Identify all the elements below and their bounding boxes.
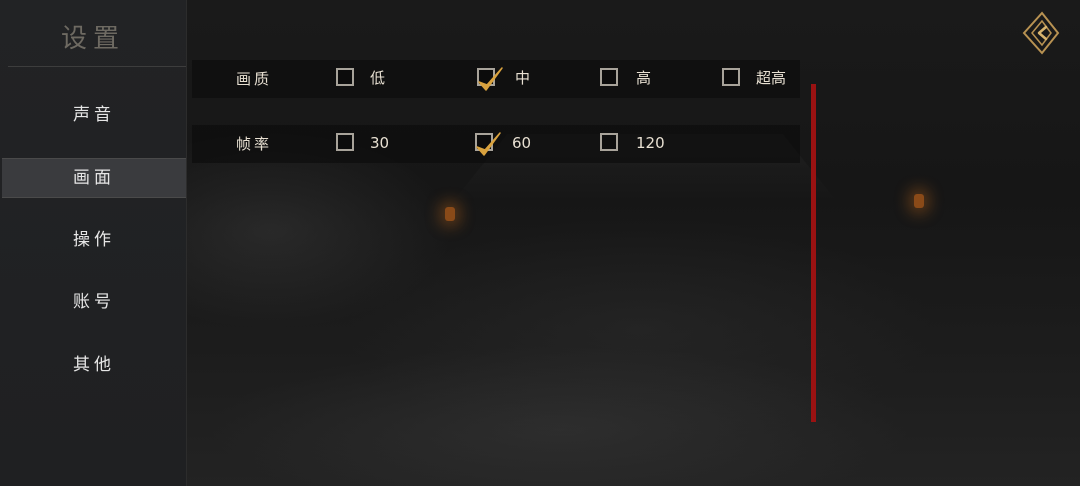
scrollbar[interactable] [811,84,816,422]
nav-item-other[interactable]: 其他 [2,346,186,384]
option-label: 30 [370,134,390,152]
nav-item-controls[interactable]: 操作 [2,221,186,259]
checkmark-icon [478,67,503,91]
checkmark-icon [476,132,501,156]
sidebar-divider [8,66,186,67]
nav-item-account[interactable]: 账号 [2,283,186,321]
checkbox[interactable] [600,68,618,86]
checkbox[interactable] [475,132,501,156]
lantern-light-left [445,207,455,221]
quality-label: 画质 [236,70,273,88]
quality-setting-row: 画质 低 中 高 超高 [192,60,800,98]
option-label: 中 [515,69,531,87]
option-label: 60 [512,134,532,152]
checkbox[interactable] [477,67,503,91]
option-label: 120 [636,134,665,152]
nav-item-sound[interactable]: 声音 [2,96,186,134]
lantern-light-right [914,194,924,208]
framerate-label: 帧率 [236,135,273,153]
framerate-setting-row: 帧率 30 60 120 [192,125,800,163]
settings-title: 设置 [60,24,125,54]
checkbox[interactable] [722,68,740,86]
settings-sidebar: 设置 声音 画面 操作 账号 其他 [0,0,187,486]
back-button[interactable] [1018,10,1064,56]
checkbox[interactable] [336,133,354,151]
option-label: 低 [370,69,386,87]
option-label: 高 [636,69,652,87]
back-diamond-arrow-icon [1022,11,1060,55]
nav-item-display[interactable]: 画面 [2,158,186,198]
checkbox[interactable] [600,133,618,151]
option-label: 超高 [756,69,787,87]
checkbox[interactable] [336,68,354,86]
